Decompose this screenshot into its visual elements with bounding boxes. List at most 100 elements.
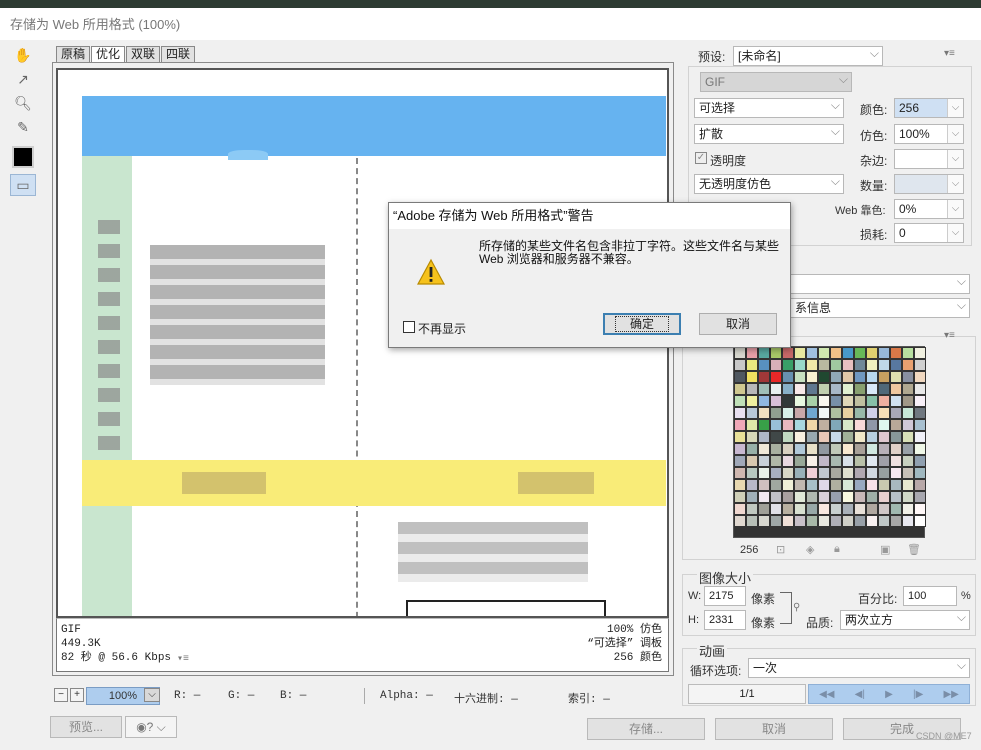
color-swatch[interactable] bbox=[878, 395, 890, 407]
color-swatch[interactable] bbox=[878, 479, 890, 491]
color-swatch[interactable] bbox=[878, 371, 890, 383]
color-swatch[interactable] bbox=[806, 347, 818, 359]
color-swatch[interactable] bbox=[854, 515, 866, 527]
color-swatch[interactable] bbox=[854, 479, 866, 491]
color-swatch[interactable] bbox=[902, 467, 914, 479]
color-swatch[interactable] bbox=[866, 503, 878, 515]
color-swatch[interactable] bbox=[902, 407, 914, 419]
last-frame-icon[interactable]: ▶▶ bbox=[943, 689, 958, 700]
color-swatch[interactable] bbox=[842, 479, 854, 491]
color-swatch[interactable] bbox=[842, 467, 854, 479]
color-swatch[interactable] bbox=[746, 419, 758, 431]
color-swatch[interactable] bbox=[890, 443, 902, 455]
color-swatch[interactable] bbox=[746, 503, 758, 515]
color-swatch[interactable] bbox=[734, 491, 746, 503]
color-swatch[interactable] bbox=[818, 479, 830, 491]
eyedropper-tool-icon[interactable]: ✎ bbox=[10, 116, 36, 138]
color-swatch[interactable] bbox=[794, 347, 806, 359]
color-swatch[interactable] bbox=[830, 515, 842, 527]
color-swatch[interactable] bbox=[806, 455, 818, 467]
color-swatch[interactable] bbox=[830, 503, 842, 515]
color-swatch[interactable] bbox=[734, 515, 746, 527]
color-swatch[interactable] bbox=[914, 443, 926, 455]
color-swatch[interactable] bbox=[806, 443, 818, 455]
color-swatch[interactable] bbox=[818, 491, 830, 503]
color-swatch[interactable] bbox=[746, 443, 758, 455]
color-swatch[interactable] bbox=[806, 491, 818, 503]
web-shift-icon[interactable]: ◈ bbox=[806, 543, 814, 556]
color-swatch[interactable] bbox=[890, 479, 902, 491]
color-swatch[interactable] bbox=[758, 431, 770, 443]
color-swatch[interactable] bbox=[842, 503, 854, 515]
metadata-select[interactable]: 系信息 bbox=[790, 296, 970, 318]
color-swatch[interactable] bbox=[770, 479, 782, 491]
color-swatch[interactable] bbox=[914, 515, 926, 527]
color-swatch[interactable] bbox=[794, 395, 806, 407]
color-swatch[interactable] bbox=[758, 359, 770, 371]
color-swatch[interactable] bbox=[782, 347, 794, 359]
zoom-tool-icon[interactable]: 🔍︎ bbox=[10, 92, 36, 114]
color-swatch[interactable] bbox=[902, 371, 914, 383]
color-swatch[interactable] bbox=[866, 455, 878, 467]
matte-field[interactable]: ⌵ bbox=[894, 149, 964, 169]
color-swatch[interactable] bbox=[902, 347, 914, 359]
color-swatch[interactable] bbox=[842, 407, 854, 419]
color-swatch[interactable] bbox=[830, 455, 842, 467]
color-swatch[interactable] bbox=[782, 371, 794, 383]
color-swatch[interactable] bbox=[890, 455, 902, 467]
color-swatch[interactable] bbox=[770, 503, 782, 515]
color-swatch[interactable] bbox=[818, 383, 830, 395]
color-swatch[interactable] bbox=[914, 419, 926, 431]
dither-algorithm-select[interactable]: 扩散 bbox=[694, 122, 844, 144]
color-table-menu-icon[interactable]: ▾≡ bbox=[944, 330, 955, 341]
color-swatch[interactable] bbox=[866, 347, 878, 359]
transparency-checkbox[interactable]: ✓ bbox=[695, 152, 707, 164]
color-swatch[interactable] bbox=[866, 467, 878, 479]
color-swatch[interactable] bbox=[806, 467, 818, 479]
color-swatch[interactable] bbox=[854, 347, 866, 359]
color-swatch[interactable] bbox=[782, 395, 794, 407]
color-swatch[interactable] bbox=[794, 383, 806, 395]
lock-color-icon[interactable]: 🔒︎ bbox=[834, 543, 840, 556]
color-swatch[interactable] bbox=[914, 407, 926, 419]
color-swatch[interactable] bbox=[770, 455, 782, 467]
color-swatch[interactable] bbox=[770, 395, 782, 407]
color-swatch[interactable] bbox=[914, 467, 926, 479]
color-swatch[interactable] bbox=[746, 359, 758, 371]
tab-original[interactable]: 原稿 bbox=[56, 46, 91, 62]
map-to-web-icon[interactable]: ⊡ bbox=[776, 543, 785, 556]
color-swatch[interactable] bbox=[878, 431, 890, 443]
color-swatch[interactable] bbox=[878, 515, 890, 527]
constrain-link-icon[interactable] bbox=[780, 592, 792, 624]
prev-frame-icon[interactable]: ◀| bbox=[855, 689, 865, 700]
color-swatch[interactable] bbox=[746, 395, 758, 407]
color-swatch[interactable] bbox=[830, 371, 842, 383]
color-swatch[interactable] bbox=[794, 371, 806, 383]
color-swatch[interactable] bbox=[770, 419, 782, 431]
color-swatch[interactable] bbox=[734, 455, 746, 467]
color-swatch[interactable] bbox=[830, 479, 842, 491]
color-swatch[interactable] bbox=[878, 383, 890, 395]
color-swatch[interactable] bbox=[758, 503, 770, 515]
toggle-slices-icon[interactable]: ▭ bbox=[10, 174, 36, 196]
color-swatch[interactable] bbox=[782, 431, 794, 443]
color-swatch[interactable] bbox=[866, 395, 878, 407]
color-swatch[interactable] bbox=[770, 347, 782, 359]
color-swatch[interactable] bbox=[794, 479, 806, 491]
color-swatch[interactable] bbox=[794, 431, 806, 443]
color-swatch[interactable] bbox=[830, 407, 842, 419]
color-swatch[interactable] bbox=[758, 419, 770, 431]
color-swatch[interactable] bbox=[758, 407, 770, 419]
color-swatch[interactable] bbox=[878, 503, 890, 515]
color-swatch[interactable] bbox=[818, 407, 830, 419]
color-swatch[interactable] bbox=[902, 503, 914, 515]
color-swatch[interactable] bbox=[914, 491, 926, 503]
width-field[interactable]: 2175 bbox=[704, 586, 746, 606]
color-swatch[interactable] bbox=[854, 467, 866, 479]
color-swatch[interactable] bbox=[734, 467, 746, 479]
color-swatch[interactable] bbox=[830, 383, 842, 395]
lossy-field[interactable]: 0 ⌵ bbox=[894, 223, 964, 243]
color-swatch[interactable] bbox=[806, 371, 818, 383]
amount-field[interactable]: ⌵ bbox=[894, 174, 964, 194]
websnap-field[interactable]: 0% ⌵ bbox=[894, 199, 964, 219]
